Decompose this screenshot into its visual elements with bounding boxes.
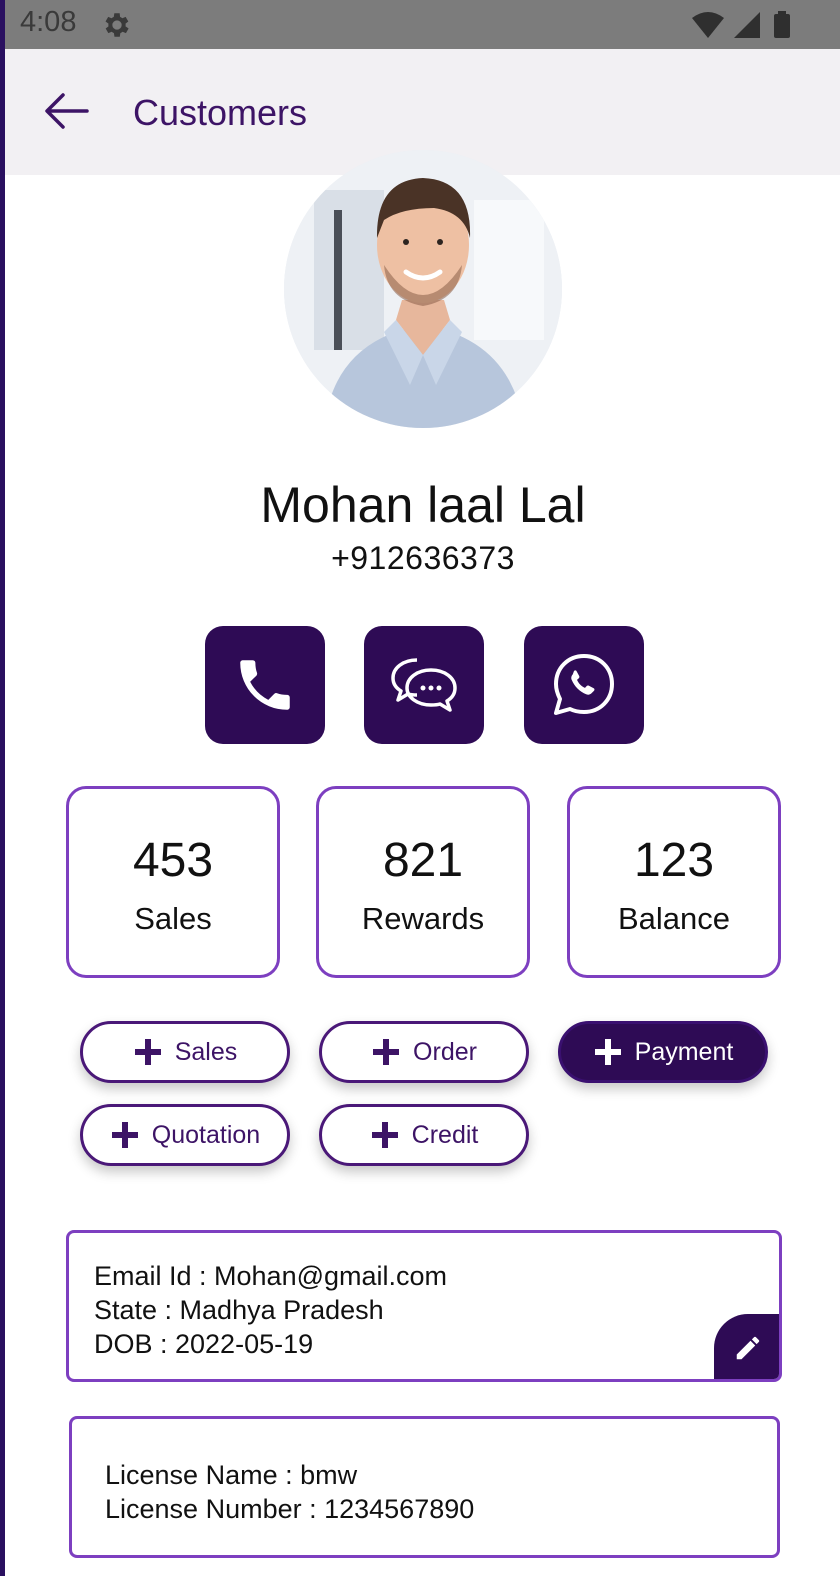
plus-icon (134, 1039, 161, 1065)
add-order-label: Order (413, 1037, 477, 1066)
stat-value: 453 (132, 834, 214, 887)
dob-text: DOB : 2022-05-19 (94, 1329, 314, 1359)
battery-icon (774, 14, 790, 38)
customer-details-card: Email Id : Mohan@gmail.com State : Madhy… (66, 1230, 782, 1382)
edit-details-button[interactable] (714, 1314, 779, 1379)
add-payment-button[interactable]: Payment (558, 1021, 768, 1083)
add-payment-label: Payment (634, 1037, 734, 1066)
stat-card-balance[interactable]: 123 Balance (567, 786, 781, 978)
gear-icon (105, 13, 129, 37)
whatsapp-icon (554, 654, 614, 715)
stat-label: Balance (617, 901, 731, 936)
stat-card-sales[interactable]: 453 Sales (66, 786, 280, 978)
add-credit-button[interactable]: Credit (319, 1104, 529, 1166)
state-text: State : Madhya Pradesh (94, 1295, 384, 1325)
add-quotation-label: Quotation (151, 1120, 261, 1149)
add-credit-label: Credit (411, 1120, 479, 1149)
plus-icon (373, 1039, 400, 1065)
add-order-button[interactable]: Order (319, 1021, 529, 1083)
avatar-photo (284, 150, 562, 428)
status-time: 4:08 (20, 6, 77, 38)
status-bar: 4:08 (0, 0, 840, 49)
stat-value: 821 (382, 834, 464, 887)
add-sales-button[interactable]: Sales (80, 1021, 290, 1083)
phone-icon (240, 660, 290, 710)
signal-icon (734, 12, 760, 38)
stat-label: Rewards (361, 901, 485, 936)
plus-icon (111, 1122, 138, 1148)
status-icons (692, 11, 790, 38)
avatar (284, 150, 562, 428)
whatsapp-button[interactable] (524, 626, 644, 744)
license-name-text: License Name : bmw (105, 1460, 358, 1490)
call-button[interactable] (205, 626, 325, 744)
customer-name: Mohan laal Lal (260, 477, 586, 533)
message-button[interactable] (364, 626, 484, 744)
email-text: Email Id : Mohan@gmail.com (94, 1261, 448, 1291)
license-number-text: License Number : 1234567890 (105, 1494, 475, 1524)
stat-label: Sales (134, 901, 212, 936)
arrow-left-icon (45, 93, 89, 129)
wifi-icon (692, 12, 724, 38)
back-button[interactable] (41, 89, 93, 133)
chat-bubbles-icon (391, 658, 457, 712)
customer-phone: +912636373 (331, 540, 515, 576)
pencil-icon (736, 1336, 760, 1360)
add-sales-label: Sales (174, 1037, 238, 1066)
stat-card-rewards[interactable]: 821 Rewards (316, 786, 530, 978)
add-quotation-button[interactable]: Quotation (80, 1104, 290, 1166)
window-edge (0, 0, 5, 1576)
plus-icon (371, 1122, 398, 1148)
stat-value: 123 (633, 834, 715, 887)
license-card: License Name : bmw License Number : 1234… (69, 1416, 780, 1558)
plus-icon (594, 1039, 621, 1065)
page-title: Customers (133, 92, 308, 133)
